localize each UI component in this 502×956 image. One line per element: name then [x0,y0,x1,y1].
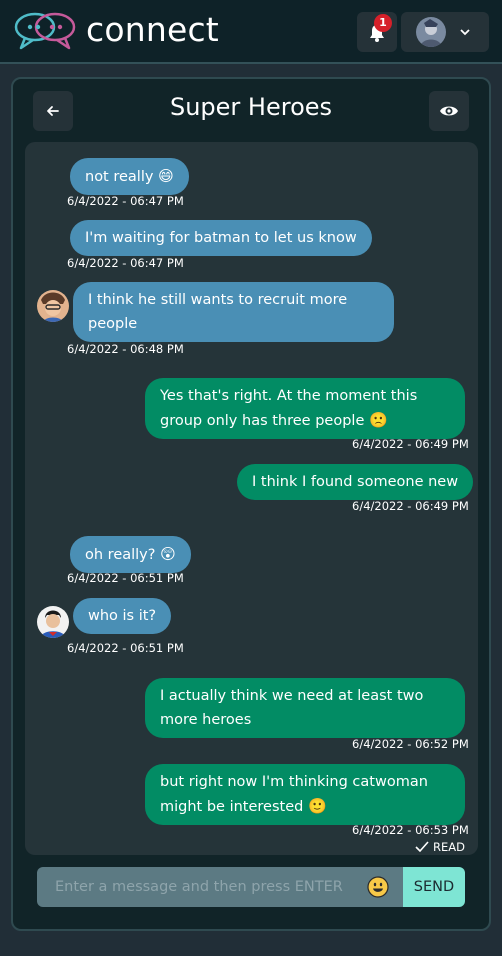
send-button[interactable]: SEND [403,867,465,907]
view-details-button[interactable] [429,91,469,131]
message-timestamp: 6/4/2022 - 06:49 PM [352,499,469,513]
message-bubble-incoming: oh really? 😲 [70,536,191,573]
message-text: but right now I'm thinking catwoman migh… [160,774,428,815]
brand-name[interactable]: connect [86,10,219,49]
smiley-icon[interactable] [367,876,389,898]
message-timestamp: 6/4/2022 - 06:47 PM [67,256,184,270]
message-text: I'm waiting for batman to let us know [85,230,357,246]
message-bubble-outgoing: I actually think we need at least two mo… [145,678,465,738]
message-emoji: 🙂 [307,797,327,815]
message-text: oh really? [85,547,156,563]
check-icon [415,841,429,853]
message-bubble-incoming: who is it? [73,598,172,634]
chat-bubbles-logo[interactable] [13,10,79,52]
message-text: I think I found someone new [252,474,459,490]
user-avatar [416,17,446,47]
sender-avatar[interactable] [37,606,69,638]
chat-title: Super Heroes [169,93,333,121]
eye-icon [440,106,458,116]
sender-avatar[interactable] [37,290,69,322]
notification-badge: 1 [374,14,392,32]
message-timestamp: 6/4/2022 - 06:47 PM [67,194,184,208]
profile-menu-button[interactable] [401,12,489,52]
chevron-down-icon [460,29,470,36]
read-label: READ [433,840,465,854]
top-navbar: connect 1 [0,0,502,64]
message-bubble-incoming: not really 😄 [70,158,189,195]
message-emoji: 😄 [158,167,174,185]
message-timestamp: 6/4/2022 - 06:53 PM [352,823,469,837]
message-timestamp: 6/4/2022 - 06:51 PM [67,641,184,655]
message-emoji: 😲 [160,545,176,563]
message-text: I actually think we need at least two mo… [160,688,424,728]
read-receipt: READ [415,840,465,854]
message-emoji: 🙁 [368,411,388,429]
message-bubble-outgoing: Yes that's right. At the moment this gro… [145,378,465,439]
message-timestamp: 6/4/2022 - 06:51 PM [67,571,184,585]
message-input[interactable] [37,867,403,907]
message-list[interactable]: not really 😄 6/4/2022 - 06:47 PM I'm wai… [25,142,478,855]
chat-panel: Super Heroes not really 😄 6/4/2022 - 06:… [11,77,491,931]
message-bubble-incoming: I think he still wants to recruit more p… [73,282,394,342]
message-bubble-outgoing: I think I found someone new [237,464,474,500]
message-timestamp: 6/4/2022 - 06:49 PM [352,437,469,451]
message-timestamp: 6/4/2022 - 06:52 PM [352,737,469,751]
message-text: not really [85,169,154,185]
notifications-button[interactable]: 1 [357,12,397,52]
message-bubble-outgoing: but right now I'm thinking catwoman migh… [145,764,465,825]
message-composer: SEND [37,867,467,907]
message-text: who is it? [88,608,157,624]
message-text: I think he still wants to recruit more p… [88,292,348,332]
message-timestamp: 6/4/2022 - 06:48 PM [67,342,184,356]
message-bubble-incoming: I'm waiting for batman to let us know [70,220,372,256]
